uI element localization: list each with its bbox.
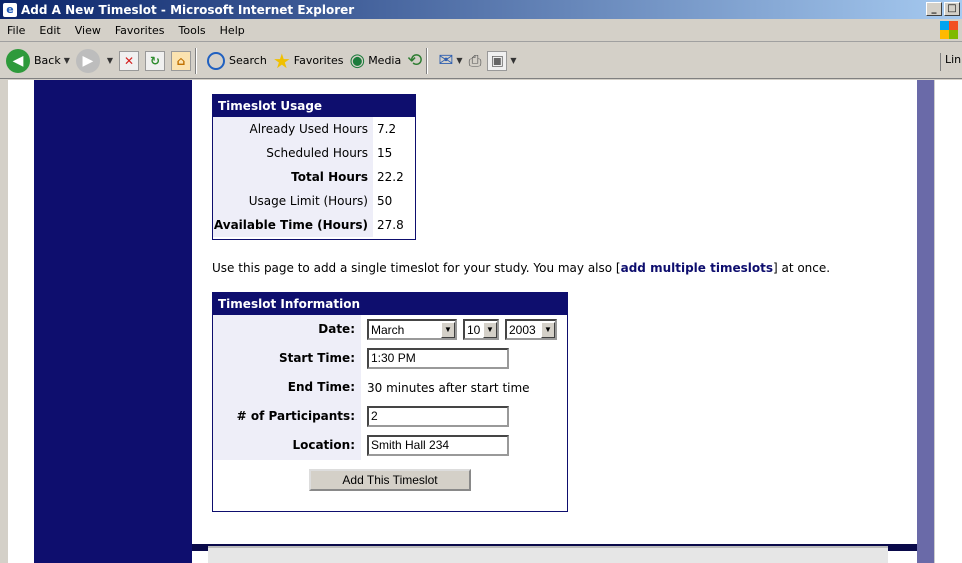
submit-row: Add This Timeslot bbox=[213, 460, 567, 500]
toolbar: ◀ Back ▼ ▶ ▼ ✕ ↻ ⌂ Search ★ Favorites ◉ … bbox=[0, 43, 962, 79]
menu-bar: File Edit View Favorites Tools Help bbox=[0, 19, 962, 42]
chevron-down-icon: ▼ bbox=[541, 321, 555, 338]
ie-icon: e bbox=[3, 2, 17, 17]
participants-label: # of Participants: bbox=[213, 402, 361, 431]
menu-view[interactable]: View bbox=[68, 24, 108, 37]
page-gutter bbox=[934, 80, 962, 563]
search-button[interactable]: Search bbox=[207, 51, 267, 70]
chevron-down-icon: ▼ bbox=[441, 321, 455, 338]
intro-text: Use this page to add a single timeslot f… bbox=[212, 261, 831, 275]
window-title: Add A New Timeslot - Microsoft Internet … bbox=[21, 2, 355, 17]
date-row: Date: March ▼ 10 ▼ 2003 ▼ bbox=[213, 315, 567, 344]
back-dropdown-icon[interactable]: ▼ bbox=[64, 56, 70, 65]
home-icon[interactable]: ⌂ bbox=[171, 50, 192, 71]
history-icon[interactable]: ⟲ bbox=[407, 50, 422, 71]
stop-icon[interactable]: ✕ bbox=[119, 50, 140, 71]
media-icon: ◉ bbox=[349, 50, 366, 71]
footer-panel bbox=[208, 546, 888, 563]
day-select[interactable]: 10 ▼ bbox=[463, 319, 499, 340]
title-bar: e Add A New Timeslot - Microsoft Interne… bbox=[0, 0, 962, 19]
location-row: Location: Smith Hall 234 bbox=[213, 431, 567, 460]
media-button[interactable]: ◉ Media bbox=[349, 50, 401, 71]
month-select[interactable]: March ▼ bbox=[367, 319, 457, 340]
right-sidebar-band bbox=[917, 80, 934, 563]
usage-row-limit: Usage Limit (Hours) 50 bbox=[213, 189, 415, 213]
mail-icon: ✉ bbox=[438, 50, 454, 71]
year-select[interactable]: 2003 ▼ bbox=[505, 319, 557, 340]
usage-header: Timeslot Usage bbox=[213, 95, 415, 117]
add-multiple-timeslots-link[interactable]: add multiple timeslots bbox=[621, 261, 773, 275]
info-header: Timeslot Information bbox=[213, 293, 567, 315]
usage-row-used: Already Used Hours 7.2 bbox=[213, 117, 415, 141]
menu-file[interactable]: File bbox=[0, 24, 32, 37]
location-input[interactable]: Smith Hall 234 bbox=[367, 435, 509, 456]
forward-dropdown-icon[interactable]: ▼ bbox=[107, 56, 113, 65]
usage-row-available: Available Time (Hours) 27.8 bbox=[213, 213, 415, 237]
date-label: Date: bbox=[213, 315, 361, 344]
forward-button[interactable]: ▶ ▼ bbox=[75, 48, 113, 73]
timeslot-info-box: Timeslot Information Date: March ▼ 10 ▼ … bbox=[212, 292, 568, 512]
menu-tools[interactable]: Tools bbox=[172, 24, 213, 37]
back-arrow-icon: ◀ bbox=[6, 48, 30, 73]
start-time-row: Start Time: 1:30 PM bbox=[213, 344, 567, 373]
forward-arrow-icon: ▶ bbox=[75, 48, 100, 73]
search-label: Search bbox=[229, 54, 267, 67]
add-timeslot-button[interactable]: Add This Timeslot bbox=[309, 469, 471, 491]
timeslot-usage-box: Timeslot Usage Already Used Hours 7.2 Sc… bbox=[212, 94, 416, 240]
mail-dropdown-icon[interactable]: ▼ bbox=[456, 56, 462, 65]
maximize-button[interactable]: □ bbox=[944, 2, 960, 16]
print-icon[interactable]: ⎙ bbox=[469, 51, 482, 71]
start-time-input[interactable]: 1:30 PM bbox=[367, 348, 509, 369]
end-time-label: End Time: bbox=[213, 373, 361, 402]
page-viewport: Timeslot Usage Already Used Hours 7.2 Sc… bbox=[8, 80, 962, 563]
usage-row-total: Total Hours 22.2 bbox=[213, 165, 415, 189]
search-icon bbox=[207, 51, 226, 70]
usage-row-scheduled: Scheduled Hours 15 bbox=[213, 141, 415, 165]
refresh-icon[interactable]: ↻ bbox=[145, 50, 166, 71]
mail-button[interactable]: ✉ ▼ bbox=[438, 50, 462, 71]
start-time-label: Start Time: bbox=[213, 344, 361, 373]
chevron-down-icon: ▼ bbox=[483, 321, 497, 338]
favorites-button[interactable]: ★ Favorites bbox=[273, 49, 344, 73]
end-time-row: End Time: 30 minutes after start time bbox=[213, 373, 567, 402]
menu-favorites[interactable]: Favorites bbox=[108, 24, 172, 37]
edit-icon: ▣ bbox=[487, 50, 508, 71]
menu-edit[interactable]: Edit bbox=[32, 24, 67, 37]
participants-input[interactable]: 2 bbox=[367, 406, 509, 427]
end-time-value: 30 minutes after start time bbox=[367, 380, 530, 395]
back-label: Back bbox=[34, 54, 61, 67]
edit-button[interactable]: ▣ ▼ bbox=[487, 50, 517, 71]
participants-row: # of Participants: 2 bbox=[213, 402, 567, 431]
media-label: Media bbox=[368, 54, 402, 67]
left-sidebar-band bbox=[34, 80, 192, 563]
windows-logo-icon bbox=[940, 21, 958, 39]
favorites-label: Favorites bbox=[293, 54, 344, 67]
toolbar-separator bbox=[426, 47, 429, 74]
minimize-button[interactable]: _ bbox=[926, 2, 942, 16]
location-label: Location: bbox=[213, 431, 361, 460]
back-button[interactable]: ◀ Back ▼ bbox=[6, 48, 70, 73]
favorites-star-icon: ★ bbox=[272, 48, 291, 73]
edit-dropdown-icon[interactable]: ▼ bbox=[510, 56, 516, 65]
links-button[interactable]: Links bbox=[940, 53, 962, 71]
menu-help[interactable]: Help bbox=[213, 24, 252, 37]
toolbar-separator bbox=[195, 47, 198, 74]
